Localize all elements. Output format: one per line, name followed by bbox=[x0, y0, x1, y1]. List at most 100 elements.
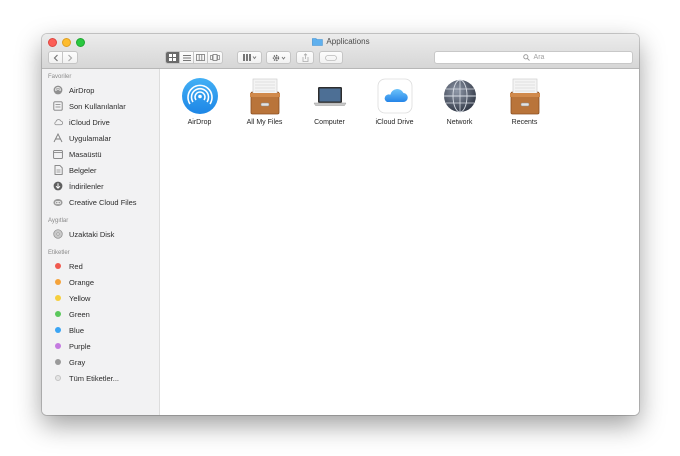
purple-tag-dot-icon bbox=[55, 343, 61, 349]
close-window-button[interactable] bbox=[48, 38, 57, 47]
window-title: Applications bbox=[311, 37, 370, 46]
sidebar-item-airdrop[interactable]: AirDrop bbox=[42, 82, 159, 98]
gear-icon bbox=[272, 54, 285, 61]
icon-view-button[interactable] bbox=[166, 52, 180, 63]
sidebar-item-desktop[interactable]: Masaüstü bbox=[42, 146, 159, 162]
gray-tag-dot-icon bbox=[55, 359, 61, 365]
sidebar-item-label: Tüm Etiketler... bbox=[69, 373, 120, 383]
applications-icon bbox=[53, 133, 63, 143]
yellow-tag-dot-icon bbox=[55, 295, 61, 301]
disc-icon bbox=[53, 229, 63, 239]
list-item-all-my-files[interactable]: All My Files bbox=[232, 76, 297, 126]
search-placeholder: Ara bbox=[533, 54, 545, 61]
downloads-icon bbox=[53, 181, 63, 191]
list-item-network[interactable]: Network bbox=[427, 76, 492, 126]
sidebar-item-creative-cloud[interactable]: Creative Cloud Files bbox=[42, 194, 159, 210]
sidebar-tag-purple[interactable]: Purple bbox=[42, 338, 159, 354]
file-cabinet-icon bbox=[245, 76, 285, 116]
sidebar-tag-green[interactable]: Green bbox=[42, 306, 159, 322]
sidebar-item-label: Orange bbox=[69, 277, 95, 287]
favorites-heading: Favoriler bbox=[48, 74, 72, 80]
forward-button[interactable] bbox=[63, 52, 77, 63]
search-icon bbox=[522, 54, 530, 61]
sidebar-tag-all-tags[interactable]: Tüm Etiketler... bbox=[42, 370, 159, 386]
chevron-left-icon bbox=[53, 54, 58, 61]
column-view-button[interactable] bbox=[194, 52, 208, 63]
column-view-icon bbox=[196, 54, 205, 61]
tag-button[interactable] bbox=[319, 51, 343, 64]
maximize-window-button[interactable] bbox=[76, 38, 85, 47]
item-label: Recents bbox=[511, 119, 538, 126]
icloud-icon bbox=[375, 76, 415, 116]
red-tag-dot-icon bbox=[55, 263, 61, 269]
documents-icon bbox=[53, 165, 63, 175]
tags-heading: Etiketler bbox=[48, 250, 70, 256]
navigation-buttons bbox=[48, 51, 78, 64]
item-label: Network bbox=[446, 119, 473, 126]
window-title-text: Applications bbox=[326, 37, 370, 46]
all-tags-dot-icon bbox=[55, 375, 61, 381]
action-menu-button[interactable] bbox=[266, 51, 291, 64]
list-view-button[interactable] bbox=[180, 52, 194, 63]
airdrop-icon bbox=[53, 85, 63, 95]
list-item-icloud-drive[interactable]: iCloud Drive bbox=[362, 76, 427, 126]
sidebar-item-remote-disc[interactable]: Uzaktaki Disk bbox=[42, 226, 159, 242]
icon-grid: AirDrop All My Files Computer iCloud Dri… bbox=[167, 76, 557, 126]
sidebar-tag-yellow[interactable]: Yellow bbox=[42, 290, 159, 306]
sidebar-tag-gray[interactable]: Gray bbox=[42, 354, 159, 370]
minimize-window-button[interactable] bbox=[62, 38, 71, 47]
item-label: iCloud Drive bbox=[375, 119, 414, 126]
arrange-button[interactable] bbox=[237, 51, 262, 64]
sidebar-item-label: Son Kullanılanlar bbox=[69, 101, 126, 111]
item-label: AirDrop bbox=[187, 119, 212, 126]
sidebar-item-label: Yellow bbox=[69, 293, 91, 303]
sidebar-tag-orange[interactable]: Orange bbox=[42, 274, 159, 290]
sidebar-item-label: Uygulamalar bbox=[69, 133, 112, 143]
sidebar-item-icloud-drive[interactable]: iCloud Drive bbox=[42, 114, 159, 130]
green-tag-dot-icon bbox=[55, 311, 61, 317]
devices-heading: Aygıtlar bbox=[48, 218, 69, 224]
sidebar-item-label: Uzaktaki Disk bbox=[69, 229, 115, 239]
sidebar-item-label: AirDrop bbox=[69, 85, 95, 95]
sidebar: Favoriler AirDrop Son Kullanılanlar iClo… bbox=[42, 69, 160, 415]
back-button[interactable] bbox=[49, 52, 63, 63]
sidebar-item-label: Green bbox=[69, 309, 90, 319]
sidebar-item-label: Red bbox=[69, 261, 83, 271]
chevron-right-icon bbox=[68, 54, 73, 61]
sidebar-tag-red[interactable]: Red bbox=[42, 258, 159, 274]
sidebar-item-label: iCloud Drive bbox=[69, 117, 110, 127]
blue-tag-dot-icon bbox=[55, 327, 61, 333]
sidebar-item-label: Gray bbox=[69, 357, 86, 367]
arrange-icon bbox=[242, 54, 256, 61]
sidebar-item-documents[interactable]: Belgeler bbox=[42, 162, 159, 178]
sidebar-item-label: Masaüstü bbox=[69, 149, 102, 159]
sidebar-item-label: Belgeler bbox=[69, 165, 97, 175]
sidebar-item-label: İndirilenler bbox=[69, 181, 104, 191]
sidebar-item-label: Purple bbox=[69, 341, 91, 351]
file-cabinet-icon bbox=[505, 76, 545, 116]
folder-icon bbox=[311, 37, 323, 46]
cover-flow-icon bbox=[210, 54, 220, 61]
sidebar-item-applications[interactable]: Uygulamalar bbox=[42, 130, 159, 146]
orange-tag-dot-icon bbox=[55, 279, 61, 285]
cover-flow-view-button[interactable] bbox=[208, 52, 222, 63]
sidebar-item-label: Creative Cloud Files bbox=[69, 197, 137, 207]
view-mode-selector bbox=[165, 51, 223, 64]
airdrop-icon bbox=[180, 76, 220, 116]
share-button[interactable] bbox=[296, 51, 314, 64]
finder-window: Applications Ara Favoriler AirDrop Son K… bbox=[42, 34, 639, 415]
sidebar-tag-blue[interactable]: Blue bbox=[42, 322, 159, 338]
laptop-icon bbox=[310, 76, 350, 116]
list-item-computer[interactable]: Computer bbox=[297, 76, 362, 126]
search-field[interactable]: Ara bbox=[434, 51, 633, 64]
globe-icon bbox=[440, 76, 480, 116]
list-item-recents[interactable]: Recents bbox=[492, 76, 557, 126]
cloud-icon bbox=[53, 117, 63, 127]
tag-icon bbox=[325, 54, 337, 61]
creative-cloud-icon bbox=[53, 197, 63, 207]
desktop-icon bbox=[53, 149, 63, 159]
sidebar-item-downloads[interactable]: İndirilenler bbox=[42, 178, 159, 194]
icon-view-icon bbox=[169, 54, 176, 61]
list-item-airdrop[interactable]: AirDrop bbox=[167, 76, 232, 126]
sidebar-item-recents[interactable]: Son Kullanılanlar bbox=[42, 98, 159, 114]
